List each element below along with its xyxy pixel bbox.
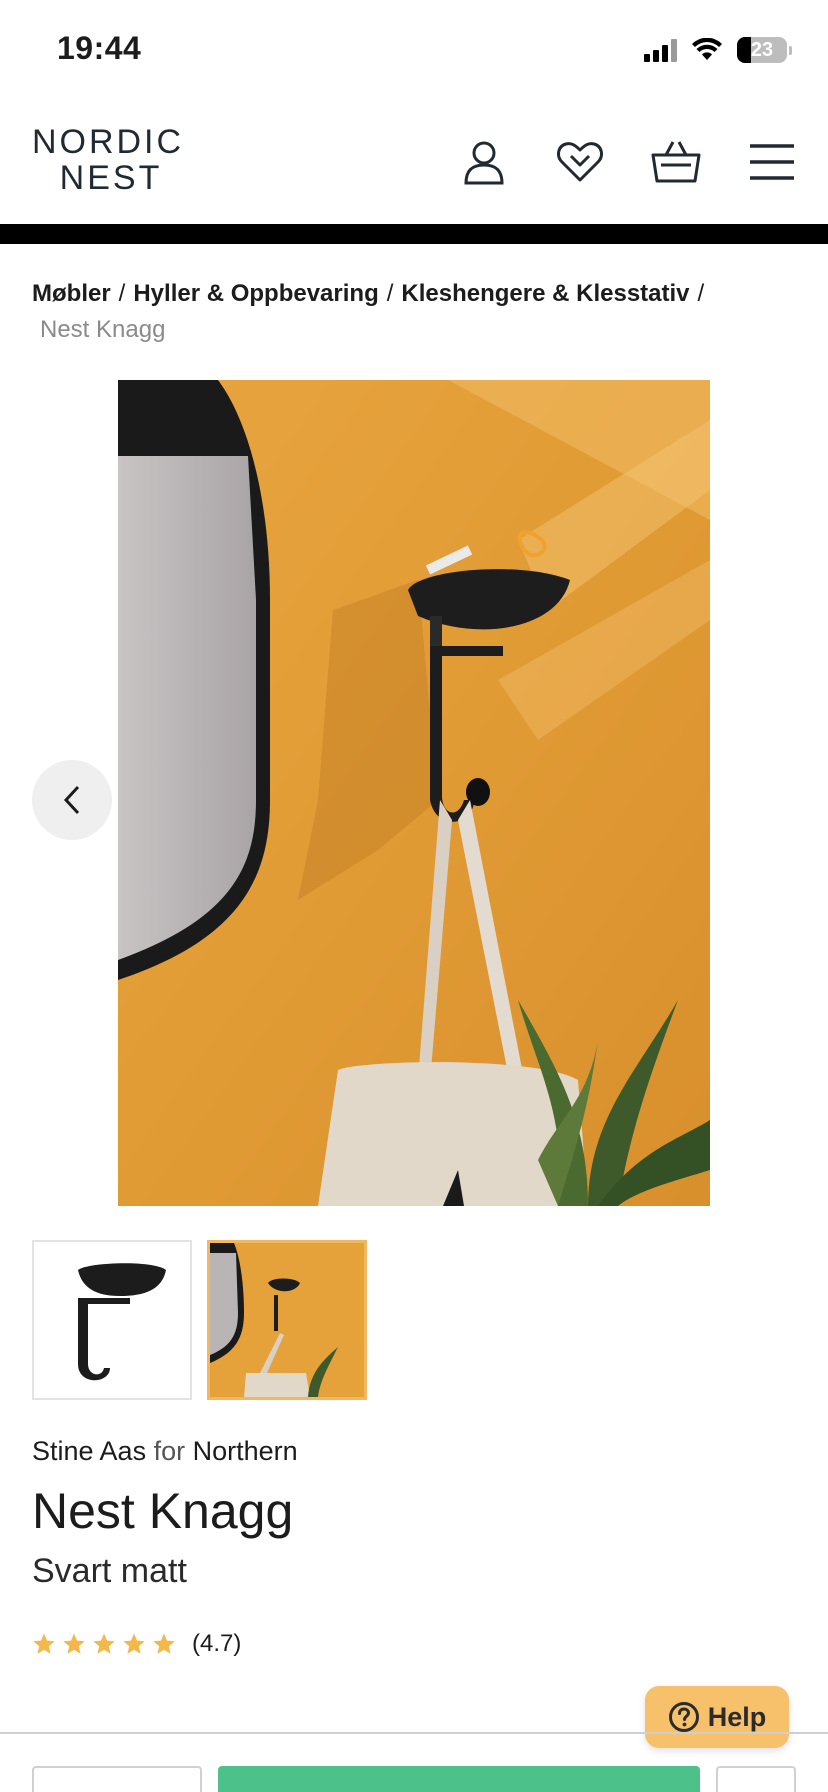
site-header: NORDIC NEST	[0, 100, 828, 224]
brand-line: Stine Aas for Northern	[32, 1436, 298, 1467]
account-icon[interactable]	[458, 136, 510, 188]
breadcrumb-item-kleshengere[interactable]: Kleshengere & Klesstativ	[401, 280, 689, 307]
chevron-left-icon	[63, 785, 80, 815]
breadcrumb-current: Nest Knagg	[40, 316, 166, 343]
battery-level: 23	[750, 38, 774, 61]
product-variant: Svart matt	[32, 1552, 187, 1590]
breadcrumb-item-mobler[interactable]: Møbler	[32, 280, 111, 307]
status-icons: 23	[644, 36, 792, 64]
bottom-bar-divider	[0, 1732, 828, 1734]
product-thumbnail-2[interactable]	[207, 1240, 367, 1400]
star-icon	[33, 1633, 55, 1654]
secondary-action-button[interactable]	[716, 1766, 796, 1792]
wifi-icon	[692, 38, 722, 60]
for-word: for	[153, 1436, 186, 1466]
status-time: 19:44	[57, 30, 142, 66]
wishlist-heart-icon[interactable]	[554, 136, 606, 188]
logo-line-2: NEST	[59, 159, 163, 197]
promo-banner	[0, 224, 828, 244]
help-button[interactable]: Help	[645, 1686, 789, 1748]
rating-value: (4.7)	[192, 1630, 242, 1657]
add-to-cart-button[interactable]	[218, 1766, 700, 1792]
designer-link[interactable]: Stine Aas	[32, 1436, 146, 1466]
breadcrumb-item-hyller[interactable]: Hyller & Oppbevaring	[133, 280, 378, 307]
product-main-image[interactable]	[118, 380, 710, 1206]
star-icon	[63, 1633, 85, 1654]
product-title: Nest Knagg	[32, 1483, 294, 1539]
logo-line-1: NORDIC	[31, 123, 185, 161]
breadcrumb-separator: /	[386, 280, 394, 307]
star-icon	[93, 1633, 115, 1654]
cellular-signal-icon	[644, 38, 677, 62]
battery-icon: 23	[737, 37, 787, 63]
star-icon	[123, 1633, 145, 1654]
breadcrumb-separator: /	[697, 280, 705, 307]
help-label: Help	[707, 1701, 767, 1732]
star-icon	[153, 1633, 175, 1654]
product-thumbnail-1[interactable]	[32, 1240, 192, 1400]
breadcrumb-separator: /	[118, 280, 126, 307]
product-rating[interactable]: (4.7)	[32, 1630, 241, 1658]
menu-icon[interactable]	[746, 136, 798, 188]
question-circle-icon	[668, 1702, 699, 1732]
previous-image-button[interactable]	[32, 760, 112, 840]
breadcrumb: Møbler / Hyller & Oppbevaring / Kleshengere …	[32, 276, 792, 348]
quantity-selector[interactable]	[32, 1766, 202, 1792]
basket-icon[interactable]	[650, 136, 702, 188]
nordic-nest-logo[interactable]: NORDIC NEST	[30, 124, 186, 196]
status-bar: 19:44 23	[0, 0, 828, 100]
brand-link[interactable]: Northern	[193, 1436, 298, 1466]
